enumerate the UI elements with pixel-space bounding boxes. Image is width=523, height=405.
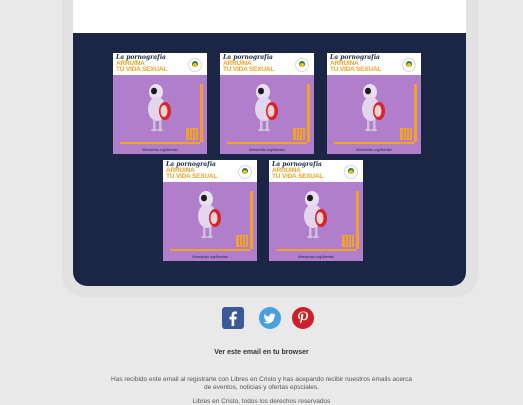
card-header: La pornografía ARRUINA TU VIDA SEXUAL xyxy=(220,53,314,75)
card-frame-line xyxy=(250,191,253,249)
promo-image-card[interactable]: La pornografía ARRUINA TU VIDA SEXUAL libre… xyxy=(269,160,363,261)
ministry-logo-icon xyxy=(344,165,358,179)
card-headline-line2: TU VIDA SEXUAL xyxy=(166,173,218,180)
card-header: La pornografía ARRUINA TU VIDA SEXUAL xyxy=(327,53,421,75)
bird-figure-icon xyxy=(148,84,171,132)
facebook-link[interactable] xyxy=(222,307,244,329)
ministry-logo-icon xyxy=(188,58,202,72)
card-headline: ARRUINA TU VIDA SEXUAL xyxy=(272,167,346,180)
promo-image-card[interactable]: La pornografía ARRUINA TU VIDA SEXUAL libre… xyxy=(113,53,207,154)
qr-code-icon xyxy=(293,128,305,140)
view-in-browser-link[interactable]: Ver este email en tu browser xyxy=(0,349,523,356)
card-frame-line-bottom xyxy=(120,142,200,144)
email-top-section xyxy=(73,0,466,33)
image-gallery-panel: La pornografía ARRUINA TU VIDA SEXUAL libre… xyxy=(73,33,466,286)
card-frame-line xyxy=(414,84,417,142)
card-header: La pornografía ARRUINA TU VIDA SEXUAL xyxy=(269,160,363,182)
qr-code-icon xyxy=(186,128,198,140)
ministry-logo-icon xyxy=(238,165,252,179)
card-headline-line2: TU VIDA SEXUAL xyxy=(330,66,382,73)
card-frame-line-bottom xyxy=(227,142,307,144)
pinterest-link[interactable] xyxy=(292,307,314,329)
card-frame-line xyxy=(307,84,310,142)
ministry-logo-icon xyxy=(295,58,309,72)
card-url: librescristo.org/libertad xyxy=(356,148,392,152)
twitter-link[interactable] xyxy=(259,307,281,329)
copyright-text: Libres en Cristo, todos los derechos res… xyxy=(192,398,331,405)
bird-figure-icon xyxy=(362,84,385,132)
ministry-logo-icon xyxy=(402,58,416,72)
bird-figure-icon xyxy=(304,191,327,239)
bird-figure-icon xyxy=(255,84,278,132)
card-url: librescristo.org/libertad xyxy=(249,148,285,152)
qr-code-icon xyxy=(236,235,248,247)
pinterest-icon xyxy=(292,307,314,329)
card-frame-line xyxy=(356,191,359,249)
card-headline: ARRUINA TU VIDA SEXUAL xyxy=(166,167,240,180)
card-headline-line2: TU VIDA SEXUAL xyxy=(272,173,324,180)
card-headline-line2: TU VIDA SEXUAL xyxy=(116,66,168,73)
subscription-disclaimer: Has recibido este email al registrarte c… xyxy=(111,376,412,391)
card-frame-line-bottom xyxy=(276,249,356,251)
promo-image-card[interactable]: La pornografía ARRUINA TU VIDA SEXUAL libre… xyxy=(220,53,314,154)
bird-figure-icon xyxy=(198,191,221,239)
card-frame-line xyxy=(200,84,203,142)
facebook-icon xyxy=(222,307,244,329)
twitter-icon xyxy=(259,307,281,329)
card-headline: ARRUINA TU VIDA SEXUAL xyxy=(330,60,404,73)
promo-image-card[interactable]: La pornografía ARRUINA TU VIDA SEXUAL libre… xyxy=(163,160,257,261)
card-url: librescristo.org/libertad xyxy=(192,255,228,259)
card-frame-line-bottom xyxy=(170,249,250,251)
card-url: librescristo.org/libertad xyxy=(298,255,334,259)
card-header: La pornografía ARRUINA TU VIDA SEXUAL xyxy=(163,160,257,182)
card-headline: ARRUINA TU VIDA SEXUAL xyxy=(116,60,190,73)
card-headline-line2: TU VIDA SEXUAL xyxy=(223,66,275,73)
card-header: La pornografía ARRUINA TU VIDA SEXUAL xyxy=(113,53,207,75)
promo-image-card[interactable]: La pornografía ARRUINA TU VIDA SEXUAL libre… xyxy=(327,53,421,154)
card-frame-line-bottom xyxy=(334,142,414,144)
card-url: librescristo.org/libertad xyxy=(142,148,178,152)
qr-code-icon xyxy=(342,235,354,247)
card-headline: ARRUINA TU VIDA SEXUAL xyxy=(223,60,297,73)
qr-code-icon xyxy=(400,128,412,140)
